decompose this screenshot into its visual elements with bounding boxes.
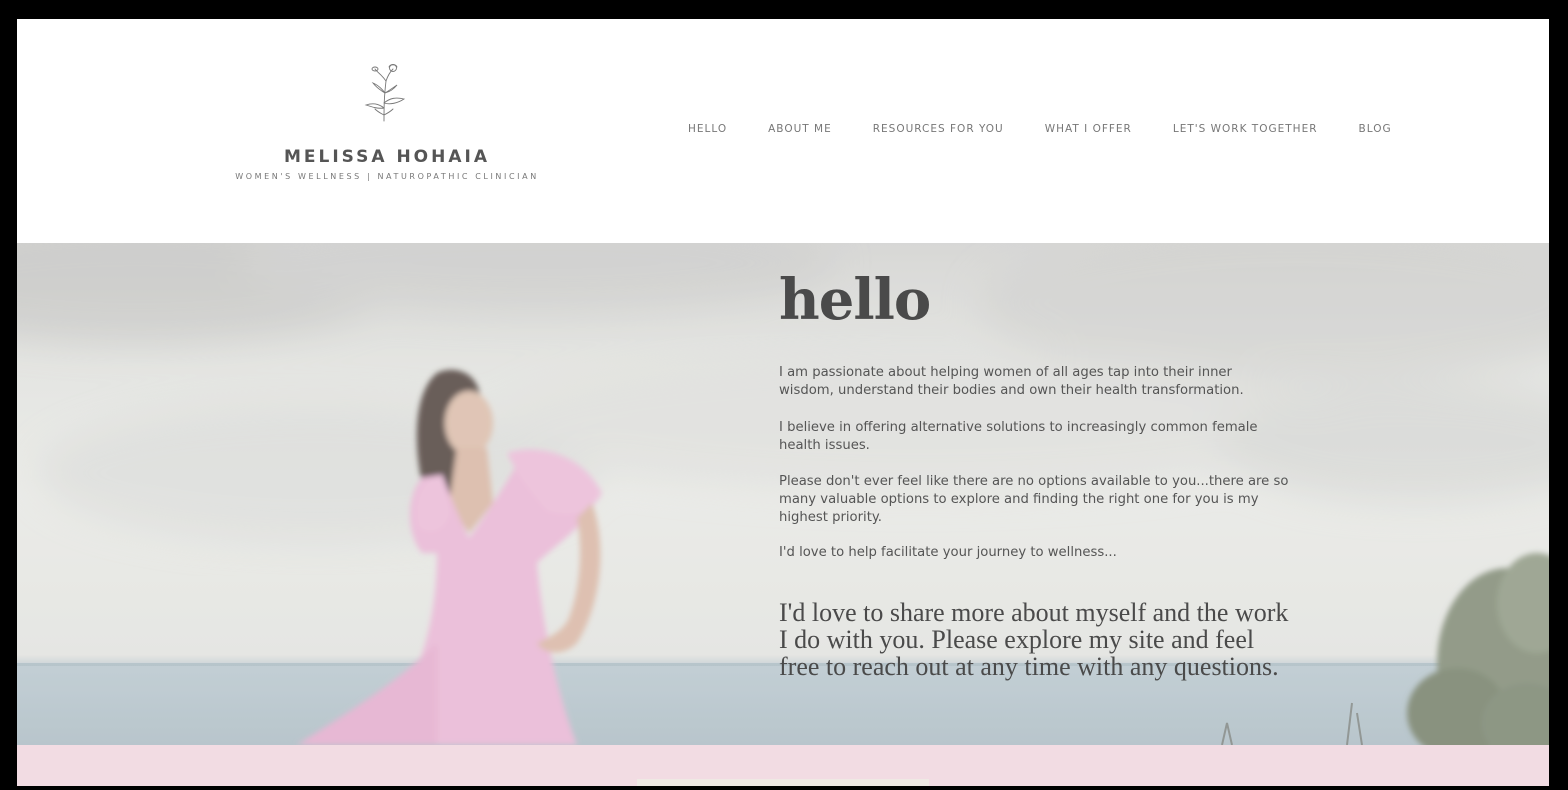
nav-item-blog[interactable]: BLOG: [1359, 123, 1392, 139]
site-header: MELISSA HOHAIA WOMEN'S WELLNESS | NATURO…: [17, 19, 1549, 243]
nav-item-what-i-offer[interactable]: WHAT I OFFER: [1045, 123, 1132, 139]
nav-item-resources[interactable]: RESOURCES FOR YOU: [873, 123, 1004, 139]
flower-sprig-icon: [364, 64, 406, 122]
main-nav: HELLO ABOUT ME RESOURCES FOR YOU WHAT I …: [688, 123, 1392, 139]
nav-item-about-me[interactable]: ABOUT ME: [768, 123, 832, 139]
brand-tagline: WOMEN'S WELLNESS | NATUROPATHIC CLINICIA…: [235, 172, 539, 181]
hero-paragraph-3: Please don't ever feel like there are no…: [779, 474, 1289, 525]
hero-section: hello I am passionate about helping wome…: [17, 243, 1549, 745]
nav-item-hello[interactable]: HELLO: [688, 123, 727, 139]
site-logo[interactable]: MELISSA HOHAIA WOMEN'S WELLNESS | NATURO…: [217, 59, 557, 189]
section-tab: [637, 779, 929, 786]
pink-section-band: [17, 745, 1549, 786]
hero-quote: I'd love to share more about myself and …: [779, 598, 1289, 681]
nav-item-work-together[interactable]: LET'S WORK TOGETHER: [1173, 123, 1318, 139]
hero-paragraph-1: I am passionate about helping women of a…: [779, 365, 1244, 398]
hero-heading: hello: [779, 267, 931, 333]
hero-paragraph-2: I believe in offering alternative soluti…: [779, 420, 1258, 453]
page-frame: MELISSA HOHAIA WOMEN'S WELLNESS | NATURO…: [17, 19, 1549, 786]
hero-paragraph-4: I'd love to help facilitate your journey…: [779, 545, 1117, 560]
brand-name: MELISSA HOHAIA: [283, 147, 491, 167]
